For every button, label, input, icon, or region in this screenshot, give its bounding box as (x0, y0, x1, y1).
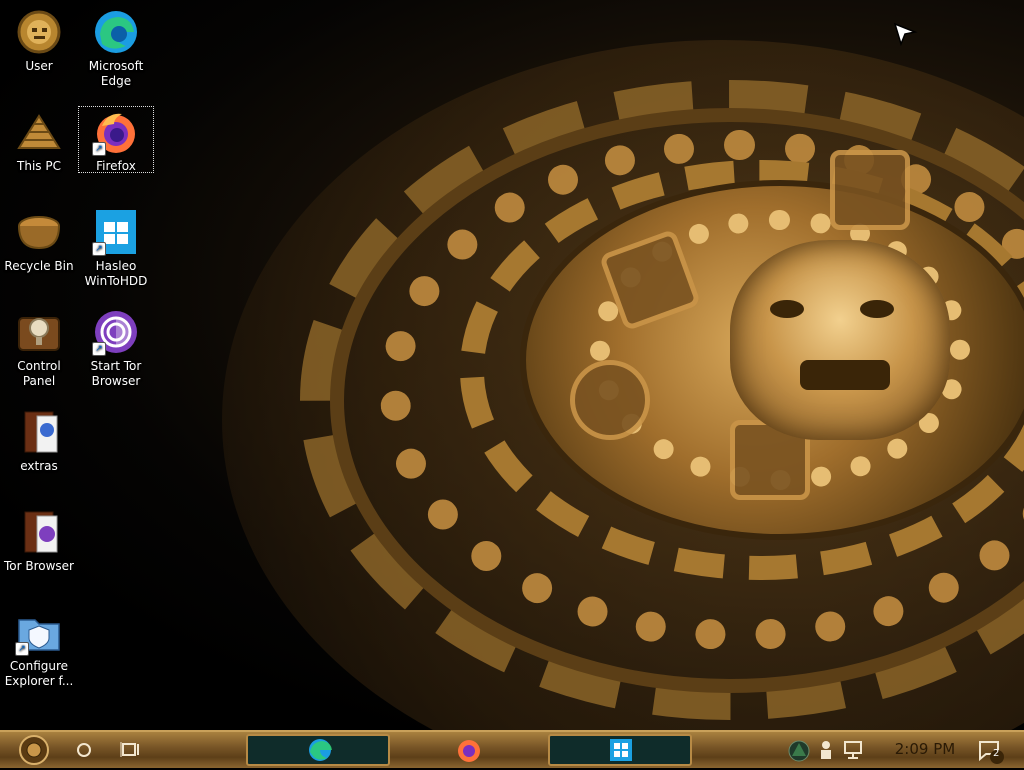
desktop-icon-user[interactable]: User (1, 6, 77, 74)
firefox-icon (458, 740, 480, 762)
desktop-icon-label: Recycle Bin (4, 259, 74, 273)
desktop-icon-label: User (25, 59, 53, 73)
desktop-icon-label: Tor Browser (3, 559, 74, 573)
desktop-icon-label: Start Tor Browser (90, 359, 142, 388)
desktop-icon-label: Firefox (96, 159, 136, 173)
firefox-icon: ↗ (92, 108, 140, 156)
network-icon (844, 741, 862, 759)
desktop-icon-start-tor-browser[interactable]: ↗ Start Tor Browser (78, 306, 154, 389)
tray-app-icon (788, 740, 810, 762)
mouse-cursor-icon (893, 22, 918, 47)
search-button[interactable] (72, 734, 96, 766)
desktop-icon-recycle-bin[interactable]: Recycle Bin (1, 206, 77, 274)
task-view-button[interactable] (118, 734, 144, 766)
task-view-icon (120, 742, 139, 757)
desktop-icon-label: extras (20, 459, 58, 473)
start-button[interactable] (16, 734, 52, 766)
people-icon (821, 741, 831, 759)
desktop-icon-microsoft-edge[interactable]: Microsoft Edge (78, 6, 154, 89)
taskbar-clock[interactable]: 2:09 PM (880, 740, 970, 758)
tor-icon: ↗ (92, 308, 140, 356)
taskbar-pinned-edge[interactable] (246, 734, 390, 766)
tray-network[interactable] (842, 734, 866, 766)
tray-people[interactable] (816, 734, 836, 766)
edge-icon (309, 739, 332, 761)
wintohdd-icon: ↗ (92, 208, 140, 256)
folder-icon (15, 408, 63, 456)
notification-center-button[interactable]: 2 (976, 734, 1006, 766)
desktop-icon-extras[interactable]: extras (1, 406, 77, 474)
desktop-icon-control-panel[interactable]: Control Panel (1, 306, 77, 389)
this-pc-icon (15, 108, 63, 156)
desktop-icon-this-pc[interactable]: This PC (1, 106, 77, 174)
taskbar-pinned-firefox[interactable] (454, 734, 484, 766)
desktop[interactable]: User This PC Recycle Bin Control Panel e… (0, 0, 1024, 730)
desktop-icon-label: Configure Explorer f... (4, 659, 74, 688)
desktop-icon-label: This PC (17, 159, 61, 173)
user-icon (15, 8, 63, 56)
desktop-icon-label: Microsoft Edge (88, 59, 144, 88)
edge-icon (92, 8, 140, 56)
notification-icon (979, 741, 1004, 764)
desktop-icon-label: Control Panel (17, 359, 61, 388)
desktop-icon-configure-explorer[interactable]: ↗ Configure Explorer f... (1, 606, 77, 689)
taskbar: 2:09 PM 2 (0, 730, 1024, 768)
recycle-bin-icon (15, 208, 63, 256)
tray-app[interactable] (786, 734, 812, 766)
notification-count-badge: 2 (993, 748, 1000, 759)
configure-icon: ↗ (15, 608, 63, 656)
folder-icon (15, 508, 63, 556)
windows-icon (610, 739, 632, 761)
desktop-icon-label: Hasleo WinToHDD (84, 259, 148, 288)
start-icon (19, 735, 49, 765)
control-panel-icon (15, 308, 63, 356)
desktop-icon-firefox[interactable]: ↗ Firefox (78, 106, 154, 173)
desktop-icon-tor-browser-folder[interactable]: Tor Browser (1, 506, 77, 574)
search-icon (77, 743, 91, 757)
taskbar-pinned-windows-app[interactable] (548, 734, 692, 766)
desktop-icon-hasleo-wintohdd[interactable]: ↗ Hasleo WinToHDD (78, 206, 154, 289)
